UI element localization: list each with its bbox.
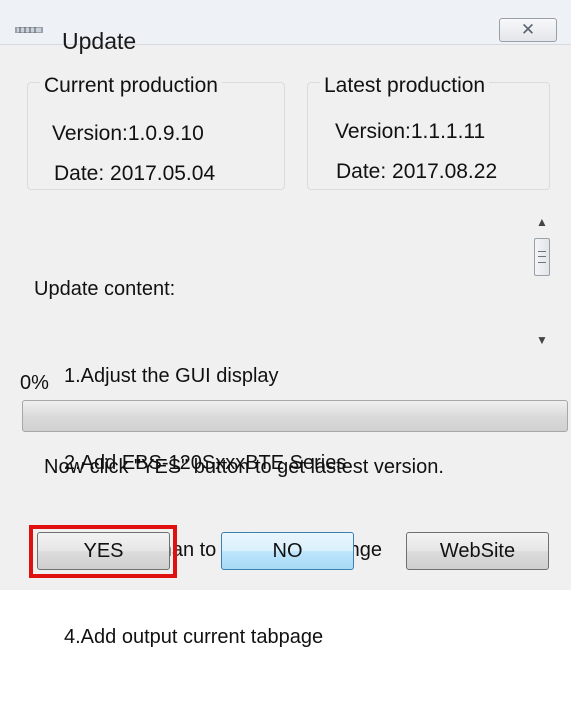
scroll-thumb[interactable]: [534, 238, 550, 276]
current-production-group: Current production Version:1.0.9.10 Date…: [27, 75, 285, 190]
update-content-heading: Update content:: [34, 278, 176, 300]
latest-production-heading: Latest production: [320, 75, 490, 96]
current-date: Date: 2017.05.04: [54, 162, 216, 185]
no-button[interactable]: NO: [221, 532, 354, 570]
yes-button-highlight: [29, 525, 177, 578]
list-item: 1.Adjust the GUI display: [64, 365, 279, 387]
title-bar[interactable]: Update ✕: [0, 0, 571, 53]
update-content-box[interactable]: Update content: 1.Adjust the GUI display…: [22, 205, 568, 648]
close-button[interactable]: ✕: [499, 18, 557, 42]
instruction-text: Now click "YES" button to get lastest ve…: [44, 456, 444, 478]
scroll-up-icon[interactable]: ▲: [536, 216, 548, 228]
current-version: Version:1.0.9.10: [52, 122, 204, 145]
website-button[interactable]: WebSite: [406, 532, 549, 570]
latest-version: Version:1.1.1.11: [335, 120, 486, 143]
latest-date: Date: 2017.08.22: [336, 160, 498, 183]
latest-production-group: Latest production Version:1.1.1.11 Date:…: [307, 75, 550, 190]
grip-icon: [538, 251, 546, 263]
vertical-scrollbar[interactable]: ▲ ▼: [528, 210, 558, 360]
progress-bar: [22, 400, 568, 432]
update-dialog: Update ✕ Current production Version:1.0.…: [0, 0, 571, 648]
progress-percent: 0%: [20, 372, 49, 394]
scroll-down-icon[interactable]: ▼: [536, 334, 548, 346]
close-icon: ✕: [520, 20, 536, 39]
window-title: Update: [62, 28, 137, 54]
app-icon: [15, 27, 43, 33]
list-item: 4.Add output current tabpage: [64, 626, 324, 648]
current-production-heading: Current production: [40, 75, 222, 96]
